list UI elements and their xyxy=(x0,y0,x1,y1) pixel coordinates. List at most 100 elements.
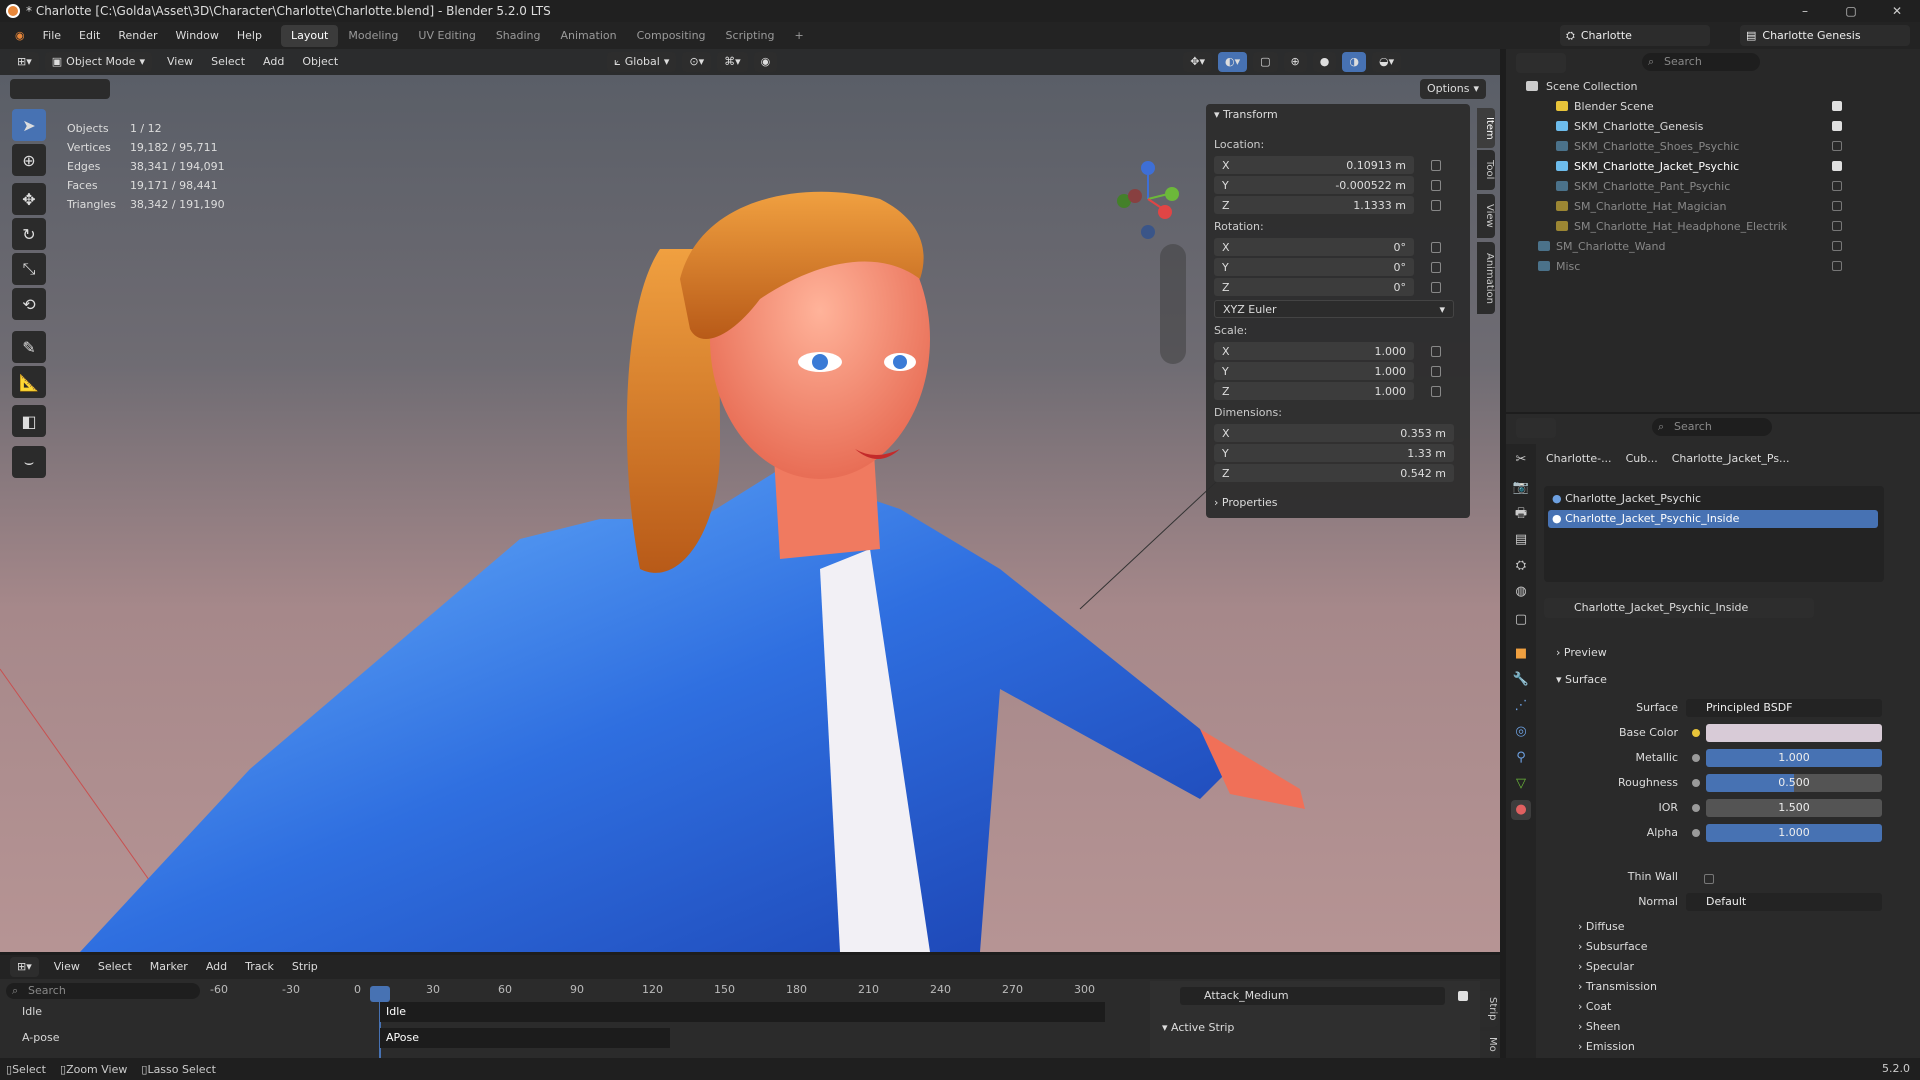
include-checkbox[interactable] xyxy=(1832,141,1842,151)
coat-subsection[interactable]: › Coat xyxy=(1578,1000,1611,1013)
outliner-row[interactable]: Misc xyxy=(1506,256,1920,276)
collection-tab-icon[interactable]: ▢ xyxy=(1511,610,1531,630)
include-checkbox[interactable] xyxy=(1832,161,1842,171)
lock-icon[interactable] xyxy=(1431,366,1441,377)
scene-tab-icon[interactable]: ⛭ xyxy=(1511,556,1531,576)
material-tab-icon[interactable]: ● xyxy=(1511,800,1531,820)
frame-ruler[interactable]: -60 -30 0 30 60 90 120 150 180 210 240 270 300 xyxy=(210,981,1140,999)
select-box-tool[interactable]: ➤ xyxy=(12,109,46,141)
proportional-edit-button[interactable]: ◉ xyxy=(753,52,778,72)
extra-tool[interactable]: ⌣ xyxy=(12,446,46,478)
nla-menu-track[interactable]: Track xyxy=(236,954,283,980)
dimensions-x-field[interactable]: X 0.353 m xyxy=(1214,424,1454,442)
shading-material-button[interactable]: ◑ xyxy=(1342,52,1366,72)
tab-modeling[interactable]: Modeling xyxy=(338,25,408,47)
socket-dot-icon[interactable] xyxy=(1692,804,1700,812)
options-button[interactable]: Options ▾ xyxy=(1420,79,1486,99)
view-layer-selector[interactable]: ▤ Charlotte Genesis xyxy=(1740,25,1910,46)
action-selector[interactable]: Attack_Medium xyxy=(1180,987,1445,1005)
physics-tab-icon[interactable]: ◎ xyxy=(1511,722,1531,742)
socket-dot-icon[interactable] xyxy=(1692,729,1700,737)
outliner-row[interactable]: SKM_Charlotte_Jacket_Psychic xyxy=(1506,156,1920,176)
tab-layout[interactable]: Layout xyxy=(280,24,339,47)
render-tab-icon[interactable]: 📷 xyxy=(1511,478,1531,498)
lock-icon[interactable] xyxy=(1431,262,1441,273)
nla-track-idle[interactable]: Idle xyxy=(22,1005,42,1018)
menu-file[interactable]: File xyxy=(34,22,70,49)
selection-mode-buttons[interactable] xyxy=(10,79,110,99)
viewport-menu-select[interactable]: Select xyxy=(202,49,254,75)
particles-tab-icon[interactable]: ⋰ xyxy=(1511,696,1531,716)
include-checkbox[interactable] xyxy=(1832,101,1842,111)
transform-orientation-selector[interactable]: ⟀ Global ▾ xyxy=(607,52,677,72)
menu-window[interactable]: Window xyxy=(167,22,228,49)
add-cube-tool[interactable]: ◧ xyxy=(12,405,46,437)
data-tab-icon[interactable]: ▽ xyxy=(1511,774,1531,794)
location-z-field[interactable]: Z 1.1333 m xyxy=(1214,196,1414,214)
property-field[interactable]: 0.500 xyxy=(1706,774,1882,792)
socket-dot-icon[interactable] xyxy=(1692,779,1700,787)
nla-menu-select[interactable]: Select xyxy=(89,954,141,980)
shading-rendered-button[interactable]: ◒▾ xyxy=(1371,52,1402,72)
tool-tab-icon[interactable]: ✂ xyxy=(1511,450,1531,470)
preview-section-header[interactable]: › Preview xyxy=(1556,646,1607,659)
diffuse-subsection[interactable]: › Diffuse xyxy=(1578,920,1624,933)
output-tab-icon[interactable]: 🖶 xyxy=(1511,504,1531,524)
lock-icon[interactable] xyxy=(1431,180,1441,191)
rotation-mode-selector[interactable]: XYZ Euler ▾ xyxy=(1214,300,1454,318)
nla-strip-idle[interactable]: Idle xyxy=(380,1002,1105,1022)
active-strip-header[interactable]: ▾ Active Strip xyxy=(1162,1021,1234,1034)
normal-selector[interactable]: Default xyxy=(1686,893,1882,911)
mode-selector[interactable]: ▣ Object Mode ▾ xyxy=(44,52,152,72)
material-slot[interactable]: ● Charlotte_Jacket_Psychic xyxy=(1552,492,1701,505)
nla-menu-strip[interactable]: Strip xyxy=(283,954,327,980)
transform-tool[interactable]: ⟲ xyxy=(12,288,46,320)
socket-dot-icon[interactable] xyxy=(1692,754,1700,762)
outliner-row[interactable]: SKM_Charlotte_Genesis xyxy=(1506,116,1920,136)
thin-wall-checkbox[interactable] xyxy=(1704,874,1714,884)
constraints-tab-icon[interactable]: ⚲ xyxy=(1511,748,1531,768)
specular-subsection[interactable]: › Specular xyxy=(1578,960,1634,973)
scene-selector[interactable]: ⛭ Charlotte xyxy=(1560,25,1710,46)
world-tab-icon[interactable]: ◍ xyxy=(1511,582,1531,602)
scale-tool[interactable]: ⤡ xyxy=(12,253,46,285)
object-tab-icon[interactable]: ■ xyxy=(1511,644,1531,664)
include-checkbox[interactable] xyxy=(1832,201,1842,211)
location-x-field[interactable]: X 0.10913 m xyxy=(1214,156,1414,174)
surface-shader-selector[interactable]: Principled BSDF xyxy=(1686,699,1882,717)
outliner-row[interactable]: Blender Scene xyxy=(1506,96,1920,116)
include-checkbox[interactable] xyxy=(1832,121,1842,131)
transform-panel-header[interactable]: ▾ Transform xyxy=(1214,108,1278,121)
tab-tool[interactable]: Tool xyxy=(1477,150,1495,190)
scale-y-field[interactable]: Y 1.000 xyxy=(1214,362,1414,380)
nla-menu-view[interactable]: View xyxy=(45,954,89,980)
lock-icon[interactable] xyxy=(1431,346,1441,357)
menu-render[interactable]: Render xyxy=(109,22,166,49)
outliner-row[interactable]: SKM_Charlotte_Pant_Psychic xyxy=(1506,176,1920,196)
add-workspace-button[interactable]: + xyxy=(784,25,813,47)
viewport-menu-add[interactable]: Add xyxy=(254,49,293,75)
pivot-button[interactable]: ⊙▾ xyxy=(682,52,712,72)
rotate-tool[interactable]: ↻ xyxy=(12,218,46,250)
measure-tool[interactable]: 📐 xyxy=(12,366,46,398)
outliner-row[interactable]: SM_Charlotte_Wand xyxy=(1506,236,1920,256)
minimize-button[interactable]: – xyxy=(1782,0,1828,22)
outliner-row[interactable]: SM_Charlotte_Hat_Magician xyxy=(1506,196,1920,216)
include-checkbox[interactable] xyxy=(1832,261,1842,271)
properties-editor-type[interactable] xyxy=(1516,418,1556,438)
playhead[interactable] xyxy=(370,986,390,1002)
outliner-search-input[interactable]: ⌕ Search xyxy=(1642,53,1760,71)
location-y-field[interactable]: Y -0.000522 m xyxy=(1214,176,1414,194)
nla-strip-apose[interactable]: APose xyxy=(380,1028,670,1048)
property-field[interactable]: 1.000 xyxy=(1706,749,1882,767)
material-selector[interactable]: Charlotte_Jacket_Psychic_Inside xyxy=(1544,598,1814,618)
overlay-toggle-button[interactable]: ◐▾ xyxy=(1218,52,1248,72)
properties-search-input[interactable]: ⌕ Search xyxy=(1652,418,1772,436)
scale-z-field[interactable]: Z 1.000 xyxy=(1214,382,1414,400)
include-checkbox[interactable] xyxy=(1832,181,1842,191)
maximize-button[interactable]: ▢ xyxy=(1828,0,1874,22)
lock-icon[interactable] xyxy=(1431,160,1441,171)
rotation-y-field[interactable]: Y 0° xyxy=(1214,258,1414,276)
shading-solid-button[interactable]: ● xyxy=(1312,52,1337,72)
gizmo-toggle-button[interactable]: ✥▾ xyxy=(1183,52,1213,72)
